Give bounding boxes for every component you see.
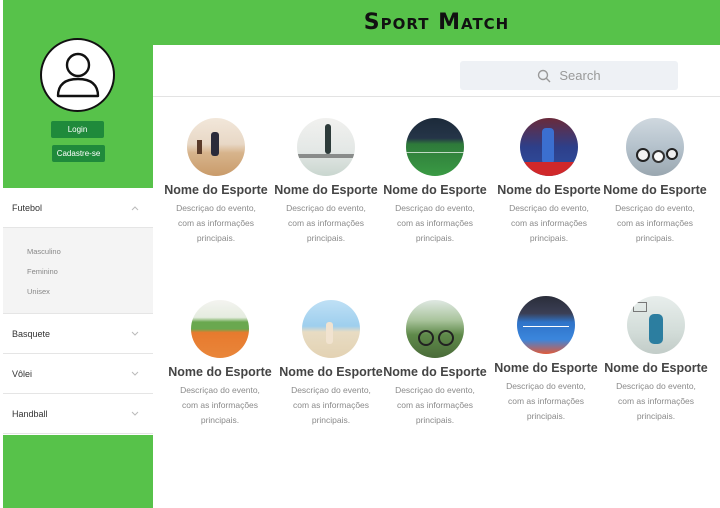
sport-card[interactable]: Nome do Esporte Descriçao do evento, com … [601,296,711,424]
sport-description: Descriçao do evento, com as informações pr… [509,203,589,243]
menu-item-label: Handball [12,408,48,419]
soccer-field-image [406,118,464,176]
sport-card[interactable]: Nome do Esporte Descriçao do evento, com … [380,300,490,428]
sport-card[interactable]: Nome do Esporte Descriçao do evento, com … [494,118,604,246]
sport-description: Descriçao do evento, com as informações pr… [291,385,371,425]
padel-court-image [517,296,575,354]
sport-name: Nome do Esporte [497,183,601,197]
menu-item-label: Basquete [12,328,51,339]
sport-description: Descriçao do evento, com as informações pr… [615,203,695,243]
search-placeholder: Search [559,68,601,83]
submenu-item-masculino[interactable]: Masculino [27,242,153,262]
beach-tennis-image [187,118,245,176]
sport-name: Nome do Esporte [279,365,383,379]
sports-menu: Futebol Masculino Feminino Unisex Basque… [3,188,153,435]
sport-card[interactable]: Nome do Esporte Descriçao do evento, com … [165,300,275,428]
basketball-player-image [627,296,685,354]
app: Login Cadastre-se Futebol Masculino Femi… [0,0,720,508]
futebol-submenu: Masculino Feminino Unisex [3,228,153,314]
menu-item-basquete[interactable]: Basquete [3,314,153,354]
submenu-item-feminino[interactable]: Feminino [27,262,153,282]
sport-description: Descriçao do evento, com as informações pr… [286,203,366,243]
sport-name: Nome do Esporte [494,361,598,375]
chevron-down-icon [131,371,139,376]
volleyball-jump-image [297,118,355,176]
sport-card[interactable]: Nome do Esporte Descriçao do evento, com … [276,300,386,428]
sport-description: Descriçao do evento, com as informações pr… [176,203,256,243]
chevron-down-icon [131,331,139,336]
sidebar: Login Cadastre-se Futebol Masculino Femi… [3,0,153,508]
search-icon [538,69,551,82]
sport-name: Nome do Esporte [383,365,487,379]
sport-card[interactable]: Nome do Esporte Descriçao do evento, com … [491,296,601,424]
login-button[interactable]: Login [51,121,104,138]
sport-description: Descriçao do evento, com as informações pr… [506,381,586,421]
sport-card[interactable]: Nome do Esporte Descriçao do evento, com … [271,118,381,246]
sport-name: Nome do Esporte [164,183,268,197]
profile-panel: Login Cadastre-se [3,0,153,187]
menu-item-volei[interactable]: Vôlei [3,354,153,394]
sport-name: Nome do Esporte [168,365,272,379]
user-avatar-icon[interactable] [40,38,115,112]
chevron-up-icon [131,205,139,210]
sport-name: Nome do Esporte [604,361,708,375]
sport-description: Descriçao do evento, com as informações pr… [180,385,260,425]
mountain-bike-image [406,300,464,358]
top-toolbar: Search [153,45,720,97]
futsal-player-image [520,118,578,176]
header-bar: Sport Match [153,0,720,45]
sport-name: Nome do Esporte [603,183,707,197]
signup-button[interactable]: Cadastre-se [52,145,105,162]
sport-card[interactable]: Nome do Esporte Descriçao do evento, com … [380,118,490,246]
submenu-item-unisex[interactable]: Unisex [27,282,153,302]
soccer-balls-image [626,118,684,176]
clay-court-image [191,300,249,358]
menu-item-label: Vôlei [12,368,33,379]
sport-description: Descriçao do evento, com as informações pr… [395,203,475,243]
menu-item-handball[interactable]: Handball [3,394,153,434]
chevron-down-icon [131,411,139,416]
sport-card[interactable]: Nome do Esporte Descriçao do evento, com … [161,118,271,246]
sport-description: Descriçao do evento, com as informações pr… [395,385,475,425]
page-title: Sport Match [363,10,510,35]
sport-name: Nome do Esporte [383,183,487,197]
search-input[interactable]: Search [460,61,678,90]
sport-name: Nome do Esporte [274,183,378,197]
sport-description: Descriçao do evento, com as informações pr… [616,381,696,421]
menu-item-futebol[interactable]: Futebol [3,188,153,228]
beach-volleyball-image [302,300,360,358]
sport-card[interactable]: Nome do Esporte Descriçao do evento, com … [600,118,710,246]
menu-item-label: Futebol [12,202,43,213]
